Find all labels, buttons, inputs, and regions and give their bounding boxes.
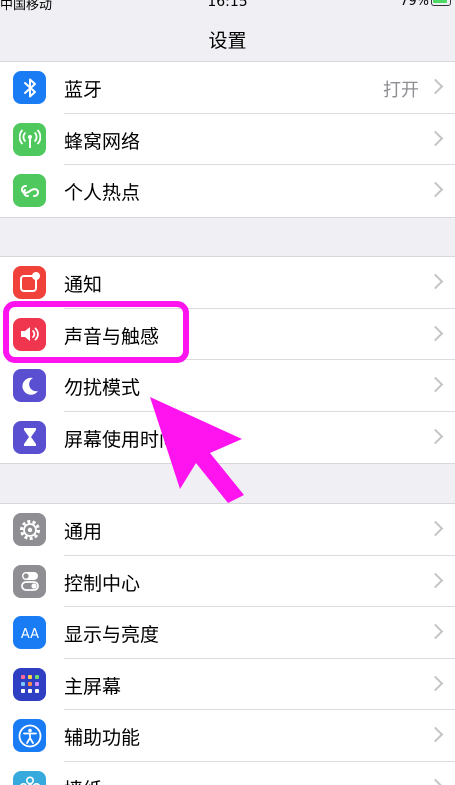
display-icon: AA (13, 616, 46, 649)
settings-row-label: 辅助功能 (64, 727, 141, 749)
settings-row-label: 通用 (64, 521, 103, 543)
settings-row-label: 蓝牙 (64, 79, 103, 101)
battery-icon (431, 0, 451, 6)
settings-row-label: 控制中心 (64, 572, 141, 595)
moon-icon (13, 369, 46, 402)
settings-row-home-screen[interactable]: 主屏幕 (0, 659, 455, 710)
chevron-right-icon (427, 675, 444, 691)
settings-group-connectivity: 蓝牙 打开 蜂窝网络 个人热点 (0, 61, 455, 218)
settings-row-label: 显示与亮度 (64, 624, 160, 646)
settings-row-label: 墙纸 (64, 775, 102, 785)
home-grid-icon (13, 667, 46, 701)
bluetooth-status-value: 打开 (383, 80, 419, 101)
chevron-right-icon (427, 130, 444, 146)
accessibility-icon (13, 719, 46, 752)
gear-icon (13, 513, 46, 546)
settings-row-display-brightness[interactable]: AA 显示与亮度 (0, 607, 455, 659)
toggles-icon (13, 564, 46, 598)
settings-row-label: 个人热点 (64, 182, 141, 204)
settings-row-wallpaper[interactable]: 墙纸 (0, 762, 455, 785)
page-title: 设置 (208, 30, 247, 52)
settings-row-control-center[interactable]: 控制中心 (0, 556, 455, 607)
settings-row-label: 主屏幕 (64, 675, 122, 698)
chevron-right-icon (427, 181, 444, 198)
settings-row-label: 蜂窝网络 (64, 130, 141, 153)
wallpaper-icon (13, 770, 46, 785)
chevron-right-icon (427, 572, 444, 588)
settings-group-general: 通用 控制中心 AA 显示与亮度 主屏幕 辅助功能 (0, 503, 455, 785)
highlight-box (3, 301, 189, 363)
chevron-right-icon (427, 273, 444, 290)
settings-row-bluetooth[interactable]: 蓝牙 打开 (0, 62, 455, 114)
battery-percent: 79% (400, 0, 429, 9)
hotspot-icon (13, 174, 46, 207)
settings-row-hotspot[interactable]: 个人热点 (0, 165, 455, 217)
pointer-arrow-icon (150, 397, 244, 503)
svg-text:AA: AA (20, 627, 38, 642)
settings-row-general[interactable]: 通用 (0, 504, 455, 556)
chevron-right-icon (427, 78, 444, 95)
bluetooth-icon (13, 71, 46, 104)
hourglass-icon (13, 420, 46, 454)
settings-row-label: 勿扰模式 (64, 377, 141, 399)
chevron-right-icon (427, 428, 444, 444)
settings-row-label: 通知 (64, 274, 103, 296)
antenna-icon (13, 122, 46, 156)
chevron-right-icon (427, 778, 444, 785)
settings-row-accessibility[interactable]: 辅助功能 (0, 710, 455, 762)
chevron-right-icon (427, 520, 444, 537)
status-time: 16:15 (207, 0, 248, 10)
status-bar: 中国移动 16:15 79% (0, 0, 455, 14)
chevron-right-icon (427, 726, 444, 743)
settings-row-cellular[interactable]: 蜂窝网络 (0, 114, 455, 165)
chevron-right-icon (427, 325, 444, 341)
notifications-icon (13, 266, 46, 299)
chevron-right-icon (427, 376, 444, 393)
chevron-right-icon (427, 623, 444, 640)
